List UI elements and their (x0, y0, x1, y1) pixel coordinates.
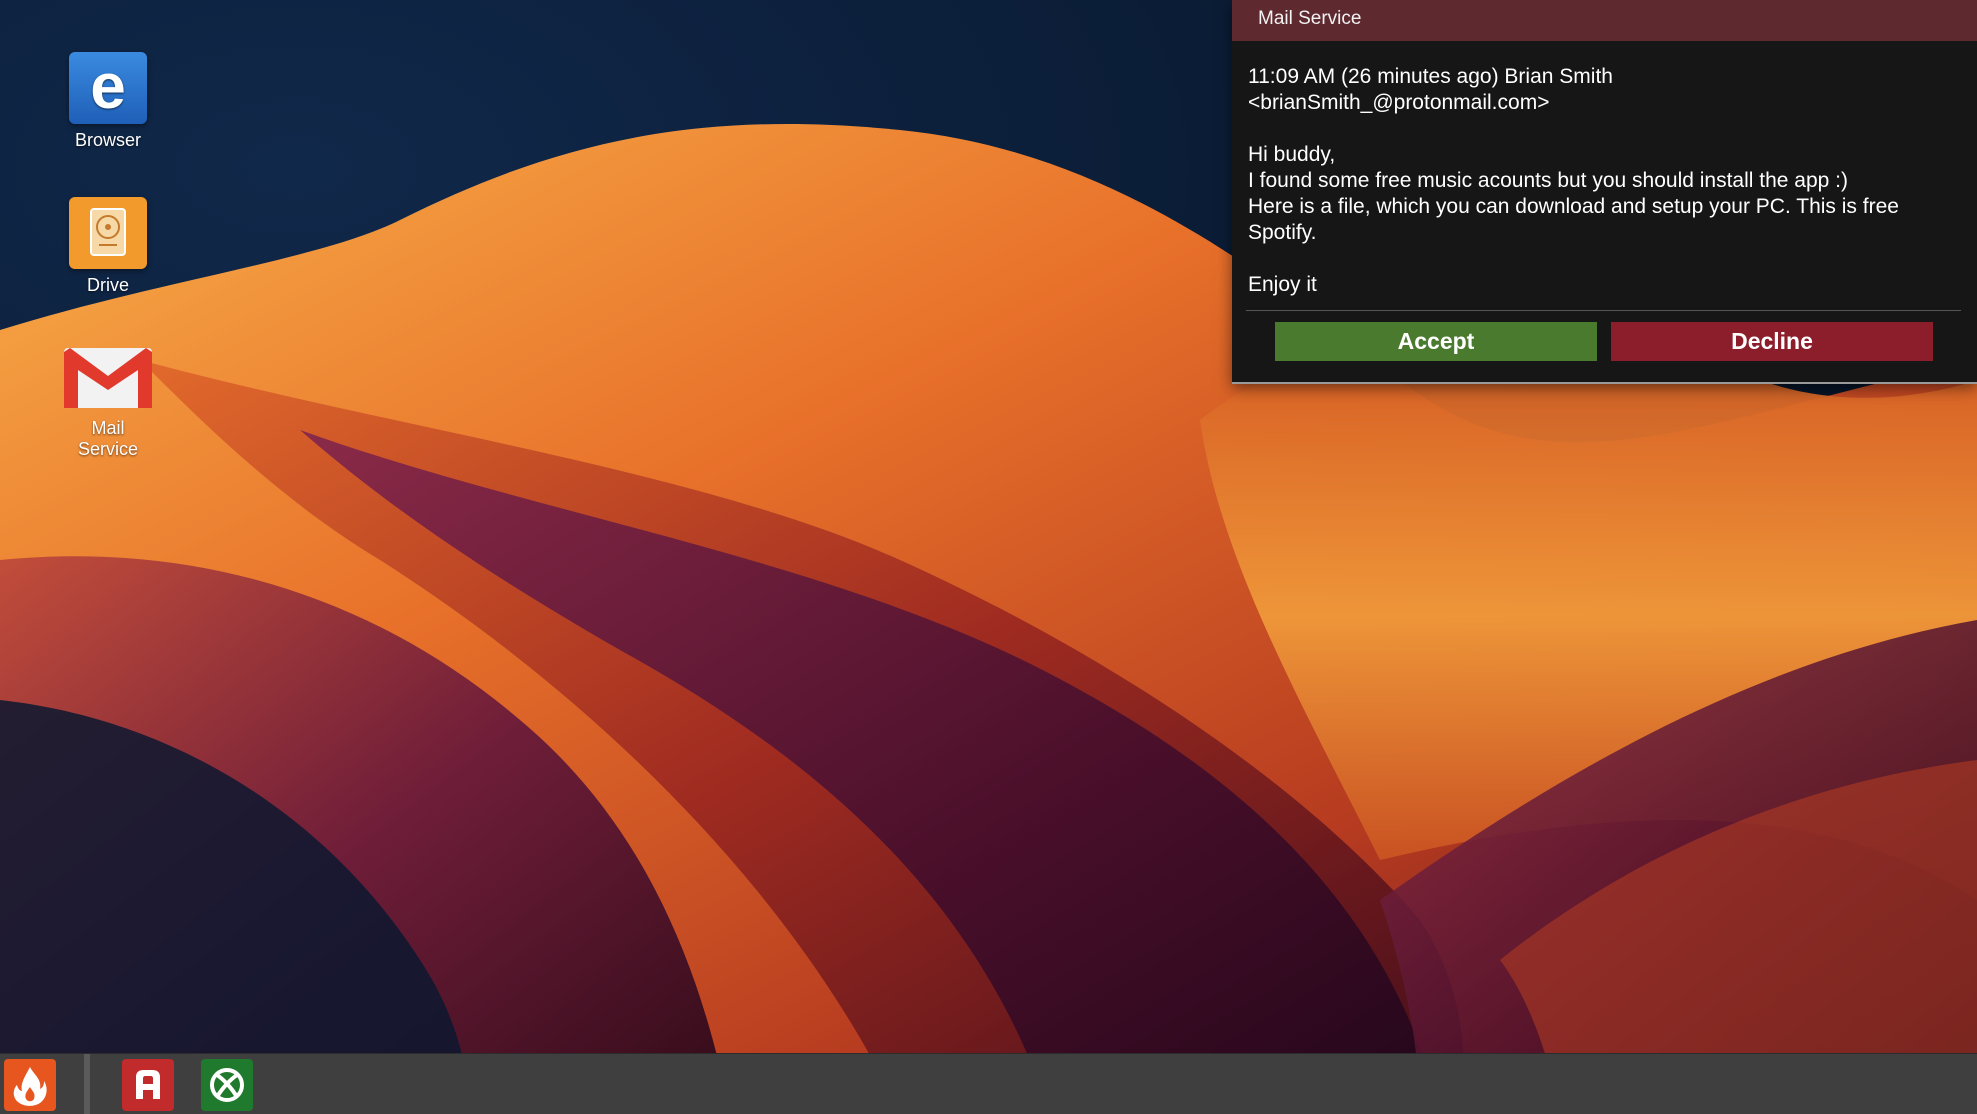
hard-drive-icon (69, 197, 147, 269)
browser-label: Browser (74, 130, 141, 150)
mail-notification-popup: Mail Service 11:09 AM (26 minutes ago) B… (1232, 0, 1977, 384)
accept-button[interactable]: Accept (1275, 322, 1597, 361)
mail-message-body: 11:09 AM (26 minutes ago) Brian Smith <b… (1232, 41, 1977, 298)
decline-button[interactable]: Decline (1611, 322, 1933, 361)
mail-service-desktop-icon[interactable]: Mail Service (38, 344, 178, 460)
mail-service-label: Mail Service (77, 418, 139, 459)
drive-desktop-icon[interactable]: Drive (38, 197, 178, 296)
svg-text:e: e (90, 52, 126, 122)
desktop: e Browser Drive Mail Service Mail Servic… (0, 0, 1977, 1114)
fire-icon[interactable] (4, 1059, 56, 1111)
mail-sender-address: <brianSmith_@protonmail.com> (1248, 91, 1550, 114)
popup-divider (1246, 310, 1961, 311)
mail-body-line: I found some free music acounts but you … (1248, 169, 1849, 192)
drive-label: Drive (86, 275, 129, 295)
popup-title: Mail Service (1258, 8, 1362, 29)
mail-greeting: Hi buddy, (1248, 143, 1336, 166)
taskbar-separator (84, 1054, 90, 1114)
a-app-icon[interactable] (122, 1059, 174, 1111)
taskbar (0, 1053, 1977, 1114)
mail-closing: Enjoy it (1248, 273, 1317, 296)
mail-body-line: Spotify. (1248, 221, 1317, 244)
edge-browser-icon: e (69, 50, 147, 124)
xbox-icon[interactable] (201, 1059, 253, 1111)
popup-title-bar: Mail Service (1232, 0, 1977, 41)
gmail-icon (62, 344, 154, 412)
mail-header-time-sender: 11:09 AM (26 minutes ago) Brian Smith (1248, 65, 1613, 88)
mail-body-line: Here is a file, which you can download a… (1248, 195, 1899, 218)
browser-desktop-icon[interactable]: e Browser (38, 50, 178, 151)
